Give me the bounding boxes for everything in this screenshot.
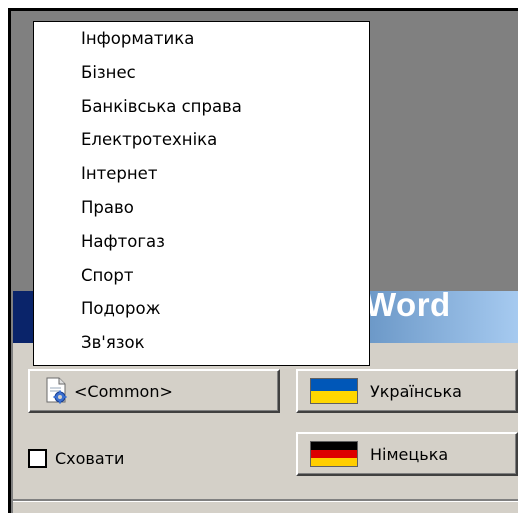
dictionary-select-label: <Common> bbox=[74, 381, 173, 401]
dictionary-select-button[interactable]: <Common> bbox=[28, 369, 280, 413]
category-dropdown-list[interactable]: Інформатика Бізнес Банківська справа Еле… bbox=[33, 21, 370, 366]
dropdown-item[interactable]: Бізнес bbox=[34, 56, 369, 90]
banner-title: Word bbox=[365, 286, 451, 323]
hide-checkbox[interactable] bbox=[28, 449, 47, 468]
dropdown-item[interactable]: Зв'язок bbox=[34, 326, 369, 360]
hide-checkbox-label: Сховати bbox=[55, 449, 125, 468]
ukrainian-language-button[interactable]: Українська bbox=[296, 369, 518, 413]
dropdown-item[interactable]: Банківська справа bbox=[34, 90, 369, 124]
status-strip bbox=[13, 502, 518, 513]
banner-strip bbox=[13, 291, 33, 343]
dropdown-item[interactable]: Право bbox=[34, 191, 369, 225]
dropdown-item[interactable]: Електротехніка bbox=[34, 123, 369, 157]
dropdown-item[interactable]: Подорож bbox=[34, 292, 369, 326]
dropdown-item[interactable]: Спорт bbox=[34, 259, 369, 293]
german-language-button[interactable]: Німецька bbox=[296, 432, 518, 476]
hide-checkbox-row[interactable]: Сховати bbox=[28, 449, 124, 468]
dropdown-item[interactable]: Інформатика bbox=[34, 22, 369, 56]
ukraine-flag-icon bbox=[310, 378, 358, 404]
germany-flag-icon bbox=[310, 441, 358, 467]
document-gear-icon bbox=[46, 377, 67, 404]
dropdown-item[interactable]: Інтернет bbox=[34, 157, 369, 191]
ukrainian-language-label: Українська bbox=[370, 381, 462, 401]
german-language-label: Німецька bbox=[370, 444, 449, 464]
dropdown-item[interactable]: Нафтогаз bbox=[34, 225, 369, 259]
